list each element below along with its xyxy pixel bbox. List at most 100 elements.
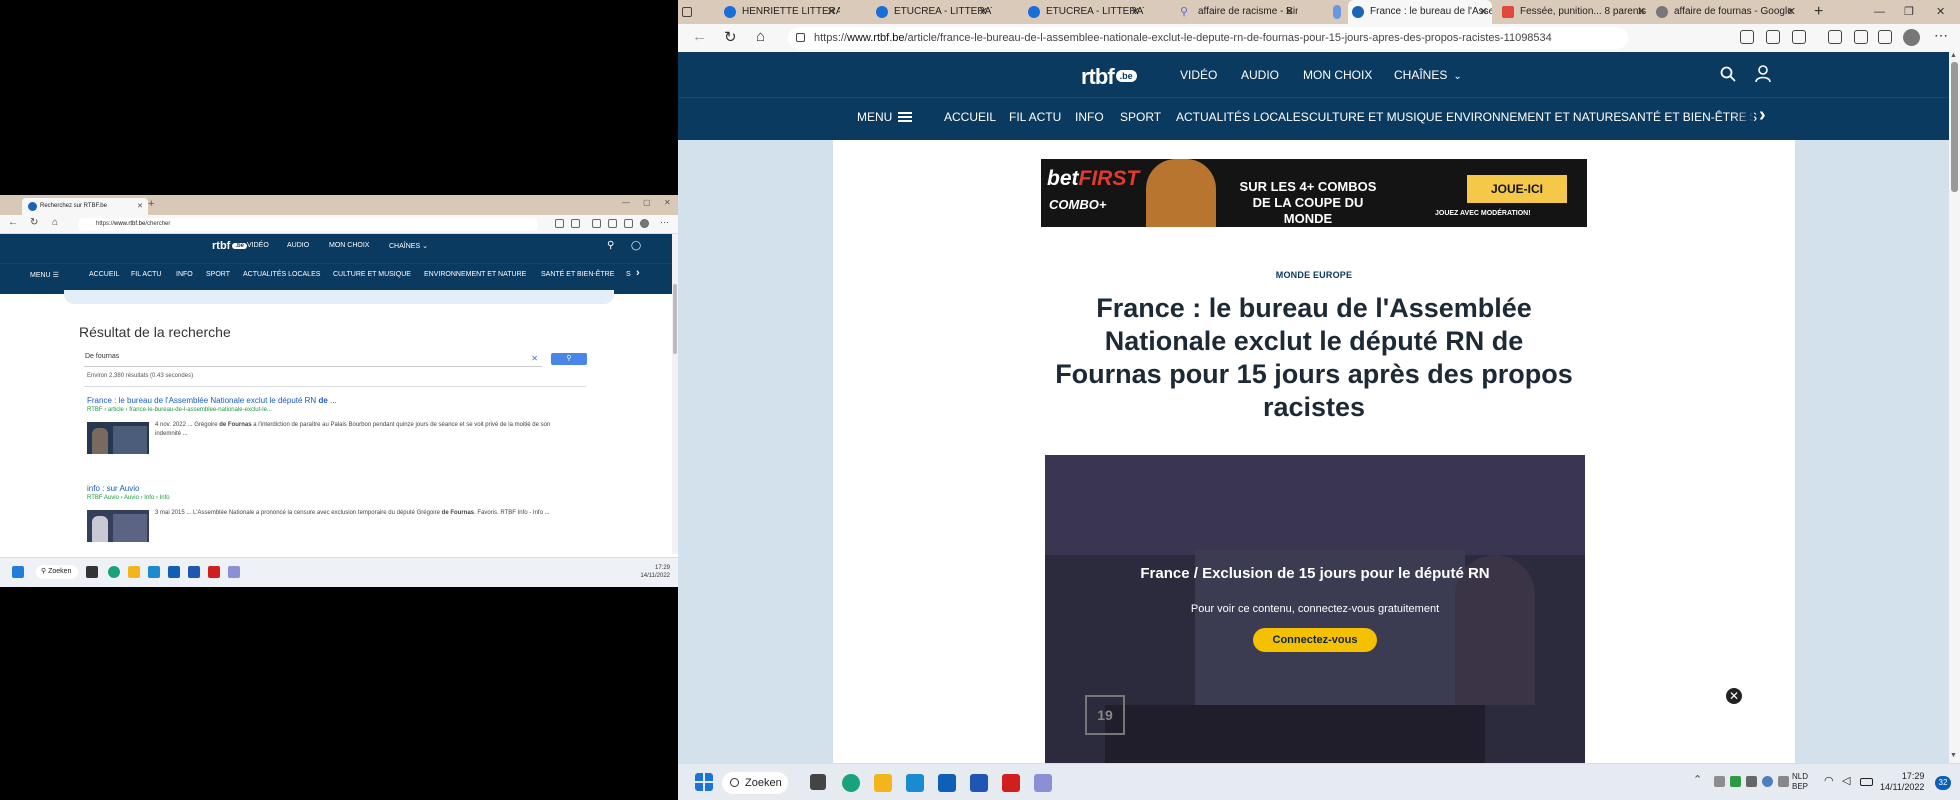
url-field[interactable]: https://www.rtbf.be/article/france-le-bu… [788, 27, 1628, 49]
task-view-icon[interactable] [86, 566, 98, 578]
minimize-icon[interactable]: — [622, 198, 630, 207]
lock-icon[interactable] [796, 33, 805, 42]
close-icon[interactable]: ✕ [1726, 688, 1742, 704]
scroll-up-icon[interactable]: ▲ [1950, 52, 1957, 59]
tab-actions-icon[interactable] [678, 0, 698, 24]
connect-button[interactable]: Connectez-vous [1253, 628, 1377, 652]
pdf-icon[interactable] [1002, 774, 1020, 792]
ad-banner[interactable]: betFIRST COMBO+ SUR LES 4+ COMBOS DE LA … [1041, 159, 1587, 227]
scrollbar-thumb[interactable] [1951, 62, 1958, 192]
tab-rtbf-active[interactable]: France : le bureau de l'Assem ✕ [1348, 0, 1492, 24]
tab-google[interactable]: affaire de fournas - Google ✕ [1652, 0, 1800, 24]
search-icon[interactable]: ⚲ [607, 240, 614, 251]
task-view-icon[interactable] [810, 774, 826, 790]
result-breadcrumb[interactable]: RTBF › article › france-le-bureau-de-l-a… [87, 407, 587, 413]
tab-bing[interactable]: ⚲ affaire de racisme - Bing ✕ [1176, 0, 1298, 24]
wifi-icon[interactable]: ◠ [1824, 776, 1835, 787]
collections-icon[interactable] [608, 219, 617, 228]
favorites-add-icon[interactable] [571, 219, 580, 228]
new-tab-button[interactable]: + [1814, 0, 1823, 24]
home-icon[interactable]: ⌂ [52, 217, 58, 228]
close-icon[interactable]: ✕ [137, 198, 143, 215]
subnav-environnement[interactable]: ENVIRONNEMENT ET NATURE [424, 271, 526, 278]
close-tab-icon[interactable]: ✕ [1131, 0, 1140, 24]
close-tab-icon[interactable]: ✕ [827, 0, 836, 24]
word-icon[interactable] [188, 566, 200, 578]
subnav-culture[interactable]: CULTURE ET MUSIQUE [333, 271, 411, 278]
subnav-info[interactable]: INFO [176, 271, 193, 278]
favorites-add-icon[interactable] [1792, 30, 1806, 44]
snipping-tool-icon[interactable] [228, 566, 240, 578]
taskbar-search[interactable]: Zoeken [722, 772, 788, 794]
app-available-icon[interactable] [1766, 30, 1780, 44]
subnav-sante[interactable]: SANTÉ ET BIEN-ÊTRE [1621, 110, 1747, 124]
back-icon[interactable]: ← [692, 28, 707, 45]
more-icon[interactable]: ⋯ [660, 217, 669, 228]
menu-button[interactable]: MENU ☰ [30, 271, 59, 279]
security-icon[interactable] [1730, 776, 1741, 787]
result-title-link[interactable]: France : le bureau de l'Assemblée Nation… [87, 396, 587, 405]
tray-icon[interactable] [1746, 776, 1757, 787]
more-icon[interactable]: ⋯ [1934, 27, 1948, 44]
tab-henriette[interactable]: HENRIETTE LITTERATURE ✕ [720, 0, 840, 24]
subnav-sport[interactable]: SPORT [206, 271, 230, 278]
close-window-icon[interactable]: ✕ [664, 198, 671, 207]
mini-url-field[interactable]: https://www.rtbf.be/chercher [78, 218, 538, 231]
article-category[interactable]: MONDE EUROPE [833, 270, 1795, 280]
app-l-icon[interactable] [906, 774, 924, 792]
search-icon[interactable] [1720, 66, 1736, 82]
subnav-accueil[interactable]: ACCUEIL [89, 271, 119, 278]
chevron-right-icon[interactable]: › [1759, 104, 1766, 127]
language-indicator[interactable]: NLD BEP [1792, 772, 1808, 792]
maximize-icon[interactable]: ▢ [643, 198, 651, 207]
chevron-up-icon[interactable]: ⌃ [1693, 773, 1702, 786]
video-player[interactable]: 19 France / Exclusion de 15 jours pour l… [1045, 455, 1585, 763]
nav-mon-choix[interactable]: MON CHOIX [1303, 68, 1372, 82]
read-aloud-icon[interactable] [555, 219, 564, 228]
scrollbar-thumb[interactable] [673, 284, 677, 354]
result-thumbnail[interactable] [87, 422, 149, 454]
user-icon[interactable] [1755, 65, 1771, 83]
subnav-actualites-locales[interactable]: ACTUALITÉS LOCALES [1176, 110, 1309, 124]
collections-icon[interactable] [1854, 30, 1868, 44]
refresh-icon[interactable]: ↻ [724, 28, 737, 46]
close-tab-icon[interactable]: ✕ [1479, 0, 1488, 24]
subnav-more[interactable]: S [626, 271, 631, 278]
nav-audio[interactable]: AUDIO [287, 242, 309, 249]
rtbf-logo[interactable]: rtbf .be [1081, 64, 1137, 90]
start-icon[interactable] [12, 566, 24, 578]
nav-audio[interactable]: AUDIO [1241, 68, 1279, 82]
edge-icon[interactable] [842, 774, 860, 792]
notification-badge[interactable]: 32 [1935, 776, 1951, 790]
extensions-icon[interactable] [1878, 30, 1892, 44]
word-icon[interactable] [970, 774, 988, 792]
result-title-link[interactable]: info : sur Auvio [87, 484, 587, 493]
subnav-environnement[interactable]: ENVIRONNEMENT ET NATURE [1446, 110, 1621, 124]
home-icon[interactable]: ⌂ [756, 28, 765, 45]
taskbar-search[interactable]: ⚲ Zoeken [36, 565, 78, 579]
subnav-fil-actu[interactable]: FIL ACTU [131, 271, 161, 278]
tray-icon[interactable] [1714, 776, 1725, 787]
app-l-icon[interactable] [148, 566, 160, 578]
rtbf-logo[interactable]: rtbf .be [212, 240, 247, 252]
snipping-tool-icon[interactable] [1034, 774, 1052, 792]
refresh-icon[interactable]: ↻ [30, 217, 38, 228]
search-submit-button[interactable]: ⚲ [551, 353, 587, 365]
close-tab-icon[interactable]: ✕ [1285, 0, 1294, 24]
subnav-fil-actu[interactable]: FIL ACTU [1009, 110, 1061, 124]
extensions-icon[interactable] [624, 219, 633, 228]
read-aloud-icon[interactable] [1740, 30, 1754, 44]
subnav-accueil[interactable]: ACCUEIL [944, 110, 996, 124]
back-icon[interactable]: ← [8, 217, 18, 228]
cloud-icon[interactable] [1762, 776, 1773, 787]
close-window-icon[interactable]: ✕ [1936, 0, 1945, 24]
favorites-icon[interactable] [1828, 30, 1842, 44]
minimize-icon[interactable]: — [1874, 0, 1885, 24]
close-tab-icon[interactable]: ✕ [979, 0, 988, 24]
nav-video[interactable]: VIDÉO [247, 242, 269, 249]
new-tab-button[interactable]: + [148, 198, 154, 210]
nav-video[interactable]: VIDÉO [1180, 68, 1217, 82]
mini-tab-active[interactable]: Recherchez sur RTBF.be ✕ [22, 198, 148, 215]
chevron-right-icon[interactable]: › [636, 267, 640, 279]
edge-icon[interactable] [108, 566, 120, 578]
